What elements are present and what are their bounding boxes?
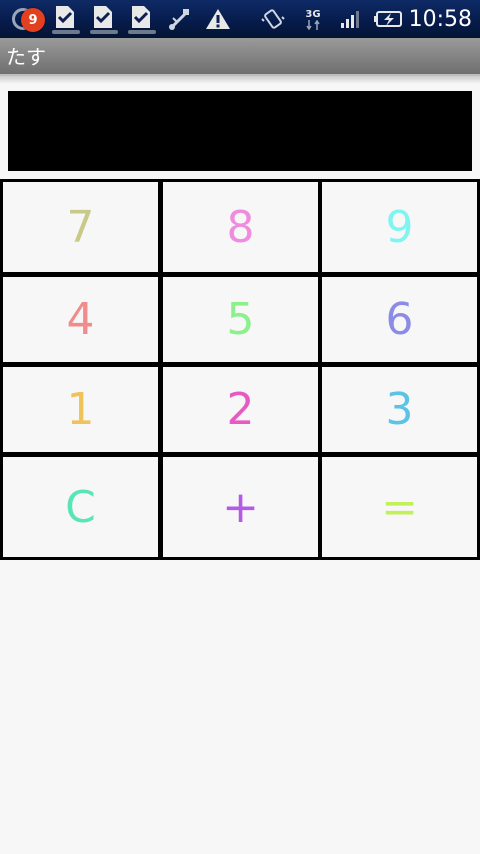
key-1[interactable]: 1 [3,367,158,452]
key-4[interactable]: 4 [3,277,158,362]
key-label: 2 [226,384,255,435]
app-title-bar: たす [0,38,480,76]
calculator-display [8,91,472,171]
key-2[interactable]: 2 [163,367,318,452]
download-done-icon [50,0,82,38]
key-6[interactable]: 6 [322,277,477,362]
keypad: 7 8 9 4 5 6 1 2 3 C + = [0,179,480,560]
battery-charging-icon [372,0,406,38]
key-9[interactable]: 9 [322,182,477,272]
key-equals[interactable]: = [322,457,477,557]
clock-time: 10:58 [408,7,472,32]
key-plus[interactable]: + [163,457,318,557]
vibrate-icon [260,0,286,38]
warning-icon [204,0,232,38]
status-bar: 9 3G 10:58 [0,0,480,38]
key-label: 5 [226,294,255,345]
key-label: 9 [385,201,414,253]
download-done-icon [126,0,158,38]
network-3g-label: 3G [305,8,321,20]
key-label: 4 [66,294,95,345]
key-label: 1 [66,384,95,435]
key-5[interactable]: 5 [163,277,318,362]
key-label: 3 [385,384,414,435]
usb-debug-icon [166,0,194,38]
download-done-icon [88,0,120,38]
key-8[interactable]: 8 [163,182,318,272]
key-label: + [222,481,259,533]
key-3[interactable]: 3 [322,367,477,452]
key-clear[interactable]: C [3,457,158,557]
app-title: たす [6,45,46,69]
key-label: C [65,481,96,533]
notification-badge-icon[interactable]: 9 [21,8,45,32]
key-label: 8 [226,201,255,253]
key-label: 6 [385,294,414,345]
key-7[interactable]: 7 [3,182,158,272]
network-3g-icon: 3G [300,0,326,38]
title-shadow [0,76,480,84]
key-label: = [381,481,418,533]
signal-icon [338,0,364,38]
key-label: 7 [66,201,95,253]
